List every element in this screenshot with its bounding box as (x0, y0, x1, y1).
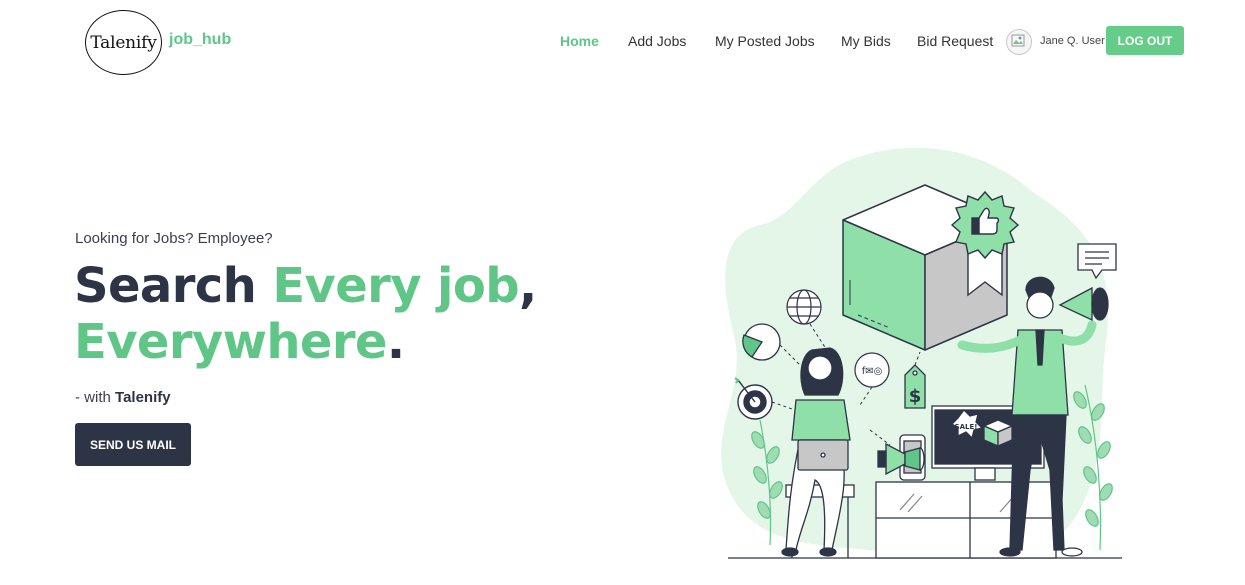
social-icons-bubble: f✉◎ (854, 352, 890, 388)
headline-every-job: Every job (272, 258, 520, 314)
hero-headline: Search Every job, Everywhere. (74, 258, 674, 370)
social-icons-text: f✉◎ (862, 366, 883, 377)
hero-eyebrow: Looking for Jobs? Employee? (75, 230, 273, 247)
logout-button[interactable]: LOG OUT (1106, 26, 1184, 55)
nav-my-bids[interactable]: My Bids (841, 33, 891, 49)
pie-chart-icon (742, 323, 781, 361)
desk-icon (875, 481, 1057, 559)
tagline-prefix: - with (75, 389, 116, 406)
headline-search: Search (74, 258, 273, 314)
price-symbol: $ (909, 386, 922, 407)
send-mail-button[interactable]: SEND US MAIL (75, 423, 191, 466)
nav-my-posted-jobs[interactable]: My Posted Jobs (715, 33, 815, 49)
nav-bid-request[interactable]: Bid Request (917, 33, 993, 49)
price-tag-icon: $ (904, 364, 926, 409)
headline-period: . (386, 314, 405, 370)
nav-home[interactable]: Home (560, 33, 599, 49)
tagline-brand: Talenify (115, 389, 171, 406)
site-header: Talenify job_hub Home Add Jobs My Posted… (0, 0, 1245, 84)
globe-icon (786, 289, 822, 325)
nav-add-jobs[interactable]: Add Jobs (628, 33, 686, 49)
hero-tagline: - with Talenify (75, 389, 171, 406)
headline-comma: , (519, 258, 537, 314)
user-avatar[interactable] (1006, 29, 1032, 55)
sale-label: SALE! (955, 423, 978, 431)
hero-illustration: f✉◎ $ SALE! (721, 147, 1122, 559)
user-name: Jane Q. User (1040, 35, 1105, 47)
headline-everywhere: Everywhere (74, 314, 388, 370)
